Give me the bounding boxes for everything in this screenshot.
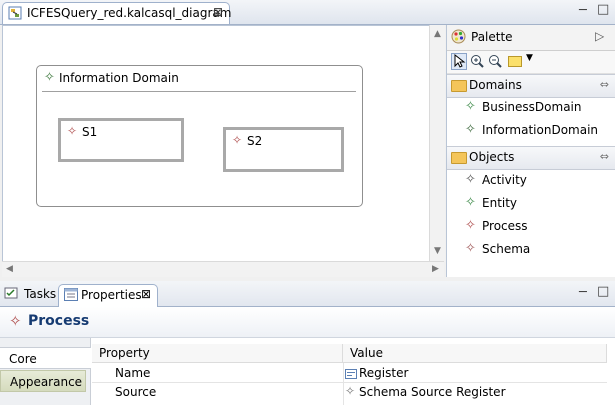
view-tab-bar: Tasks Properties ⊠ ─ □: [0, 281, 615, 307]
palette-title: Palette: [471, 30, 513, 44]
process-icon: ✧: [465, 218, 476, 233]
properties-title-bar: ✧ Process: [0, 307, 615, 338]
schema-icon: ✧: [232, 133, 243, 147]
diagram-editor: ICFESQuery_red.kalcasql_diagram ⊠ ─ □ ✧ …: [0, 0, 615, 281]
side-tab-label: Appearance: [10, 375, 83, 389]
drawer-objects[interactable]: Objects ⇔: [447, 146, 615, 170]
collapse-palette-icon[interactable]: ▷: [595, 29, 604, 43]
property-name: Source: [115, 385, 157, 399]
tab-label: Properties: [81, 288, 142, 302]
zoom-out-icon[interactable]: [488, 54, 502, 71]
select-tool-icon[interactable]: [451, 53, 467, 70]
zoom-in-icon[interactable]: [470, 54, 484, 71]
diagram-file-icon: [8, 6, 22, 20]
drawer-label: Objects: [469, 150, 515, 164]
editor-tab-bar: ICFESQuery_red.kalcasql_diagram ⊠ ─ □: [0, 0, 615, 25]
text-field-icon: [345, 368, 357, 382]
group-label: Information Domain: [59, 71, 179, 85]
column-header-value[interactable]: Value: [343, 344, 607, 363]
table-row[interactable]: Source ✧ Schema Source Register: [92, 383, 607, 401]
note-tool-icon[interactable]: [508, 56, 522, 67]
scroll-up-icon[interactable]: ▲: [434, 29, 441, 39]
schema-icon: ✧: [67, 124, 78, 138]
palette-item-label: Entity: [482, 196, 518, 210]
entity-icon: ✧: [465, 195, 476, 210]
node-label: S1: [82, 125, 98, 139]
column-divider: [343, 363, 344, 405]
group-divider: [42, 91, 356, 92]
node-s2[interactable]: ✧ S2: [223, 127, 344, 172]
column-header-property[interactable]: Property: [92, 344, 343, 363]
property-name: Name: [115, 366, 151, 380]
palette-item-informationdomain[interactable]: ✧ InformationDomain: [447, 120, 615, 142]
folder-icon: [451, 152, 467, 164]
business-domain-icon: ✧: [465, 99, 476, 114]
palette-item-label: InformationDomain: [482, 123, 599, 137]
schema-icon: ✧: [345, 384, 356, 398]
chevron-down-icon[interactable]: ▼: [526, 53, 533, 63]
close-tab-icon[interactable]: ⊠: [141, 287, 151, 301]
schema-icon: ✧: [465, 241, 476, 256]
pin-icon[interactable]: ⇔: [600, 78, 609, 91]
property-value[interactable]: Schema Source Register: [359, 385, 506, 399]
node-label: S2: [247, 134, 263, 148]
property-value[interactable]: Register: [359, 366, 408, 380]
properties-icon: [64, 288, 78, 304]
pin-icon[interactable]: ⇔: [600, 150, 609, 163]
horizontal-scrollbar[interactable]: ◀ ▶: [2, 261, 444, 277]
palette-item-activity[interactable]: ✧ Activity: [447, 170, 615, 192]
process-icon: ✧: [9, 312, 22, 330]
palette-item-process[interactable]: ✧ Process: [447, 216, 615, 238]
table-row[interactable]: Name Register: [92, 364, 607, 382]
palette-item-label: Activity: [482, 173, 527, 187]
side-tab-label: Core: [9, 352, 37, 366]
side-tab-core[interactable]: Core: [0, 347, 91, 369]
scroll-left-icon[interactable]: ◀: [6, 264, 13, 274]
vertical-scrollbar[interactable]: ▲ ▼: [429, 25, 445, 261]
palette-icon: [451, 29, 466, 47]
properties-title: Process: [28, 313, 90, 329]
minimize-icon[interactable]: ─: [579, 3, 587, 18]
palette-item-label: Process: [482, 219, 528, 233]
tasks-icon: [4, 286, 18, 303]
side-tabs: Core Appearance: [0, 338, 91, 405]
palette-item-label: Schema: [482, 242, 531, 256]
palette-item-label: BusinessDomain: [482, 100, 582, 114]
diagram-canvas[interactable]: ✧ Information Domain ✧ S1 ✧ S2: [2, 25, 444, 263]
palette-tools: ▼: [447, 51, 615, 74]
palette: Palette ▷ ▼ Domains ⇔ ✧ BusinessDomain ✧…: [446, 25, 615, 277]
tab-tasks[interactable]: Tasks: [2, 284, 56, 306]
palette-item-schema[interactable]: ✧ Schema: [447, 239, 615, 261]
drawer-domains[interactable]: Domains ⇔: [447, 74, 615, 98]
maximize-icon[interactable]: □: [597, 2, 609, 17]
column-header-label: Property: [99, 346, 150, 360]
close-tab-icon[interactable]: ⊠: [213, 5, 223, 19]
side-tab-appearance[interactable]: Appearance: [0, 370, 86, 392]
activity-icon: ✧: [465, 172, 476, 187]
tab-properties[interactable]: Properties ⊠: [58, 284, 158, 307]
scroll-right-icon[interactable]: ▶: [432, 264, 439, 274]
information-domain-icon: ✧: [465, 122, 476, 137]
maximize-icon[interactable]: □: [597, 284, 609, 299]
palette-item-businessdomain[interactable]: ✧ BusinessDomain: [447, 97, 615, 119]
palette-header[interactable]: Palette ▷: [447, 25, 615, 51]
column-header-label: Value: [350, 346, 383, 360]
properties-view: Tasks Properties ⊠ ─ □ ✧ Process Core Ap…: [0, 281, 615, 405]
properties-table: Property Value Name Register Source ✧ Sc…: [92, 344, 615, 405]
tab-label: Tasks: [24, 287, 57, 301]
scroll-down-icon[interactable]: ▼: [434, 246, 441, 256]
editor-tab-title: ICFESQuery_red.kalcasql_diagram: [27, 6, 232, 20]
palette-item-entity[interactable]: ✧ Entity: [447, 193, 615, 215]
drawer-label: Domains: [469, 78, 522, 92]
information-domain-icon: ✧: [44, 70, 55, 85]
editor-tab[interactable]: ICFESQuery_red.kalcasql_diagram ⊠: [2, 2, 232, 24]
minimize-icon[interactable]: ─: [579, 285, 587, 300]
folder-icon: [451, 80, 467, 92]
node-s1[interactable]: ✧ S1: [58, 118, 184, 162]
